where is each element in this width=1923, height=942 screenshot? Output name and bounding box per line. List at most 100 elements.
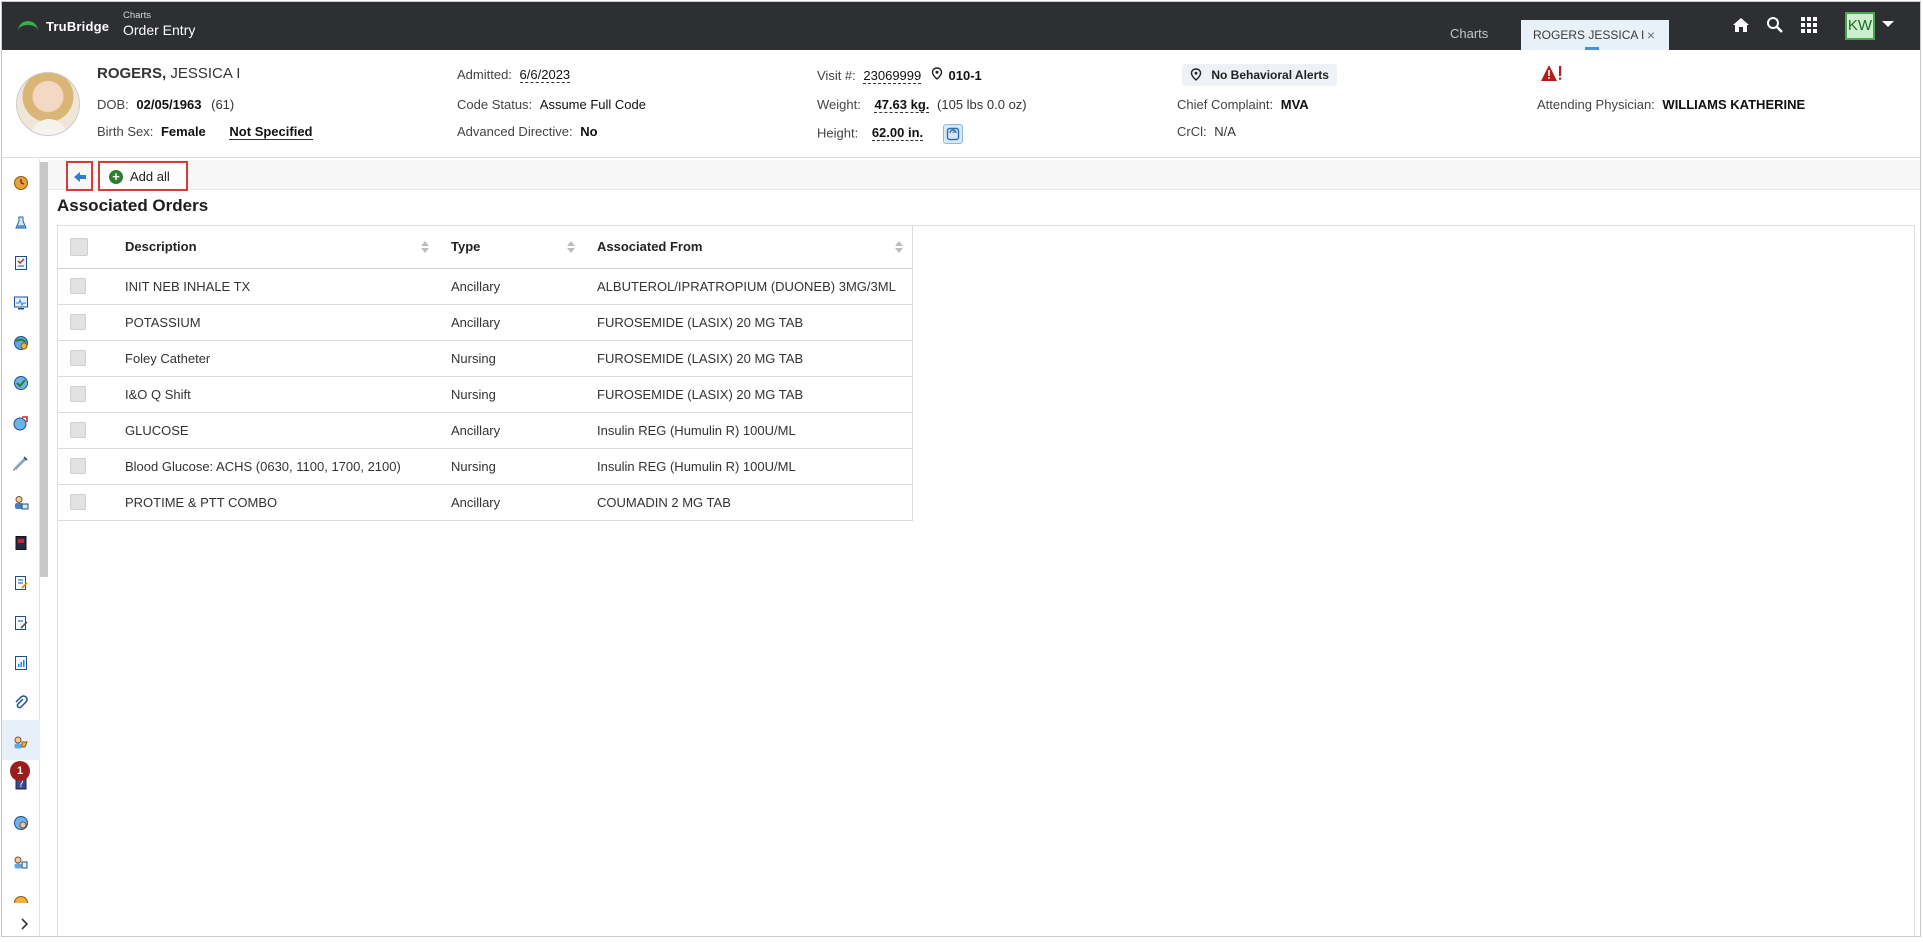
- allergy-warning-icon[interactable]: [1540, 64, 1562, 84]
- row-description: POTASSIUM: [113, 304, 439, 341]
- rail-document-pencil-icon[interactable]: [13, 575, 29, 591]
- row-description: GLUCOSE: [113, 412, 439, 449]
- sort-icon[interactable]: [895, 241, 903, 253]
- patient-first-name: JESSICA I: [170, 65, 241, 82]
- rail-globe-pill-icon[interactable]: [13, 335, 29, 351]
- row-description: PROTIME & PTT COMBO: [113, 484, 439, 521]
- tab-charts[interactable]: Charts: [1450, 26, 1488, 41]
- rail-checklist-icon[interactable]: [13, 255, 29, 271]
- sort-icon[interactable]: [567, 241, 575, 253]
- search-icon[interactable]: [1765, 15, 1785, 35]
- row-checkbox[interactable]: [70, 350, 86, 367]
- top-actions: [1731, 15, 1819, 35]
- add-circle-icon: +: [109, 170, 123, 184]
- row-description: INIT NEB INHALE TX: [113, 268, 439, 305]
- location-pin-icon: [931, 67, 947, 83]
- rail-globe-edit-icon[interactable]: [13, 415, 29, 431]
- row-type: Ancillary: [439, 484, 585, 521]
- tab-patient[interactable]: ROGERS JESSICA I ×: [1521, 20, 1669, 50]
- select-all-checkbox[interactable]: [70, 237, 88, 256]
- user-avatar[interactable]: KW: [1845, 12, 1875, 40]
- row-type: Nursing: [439, 448, 585, 485]
- code-status: Code Status: Assume Full Code: [457, 97, 646, 112]
- measure-icon[interactable]: [942, 124, 963, 144]
- row-associated-from: FUROSEMIDE (LASIX) 20 MG TAB: [585, 340, 913, 377]
- brand-logo[interactable]: TruBridge: [18, 19, 109, 34]
- rail-lab-flask-icon[interactable]: [13, 215, 29, 231]
- associated-orders-panel: Description Type Associated From INIT NE…: [57, 225, 1915, 936]
- patient-birth-sex: Birth Sex: Female Not Specified: [97, 124, 313, 140]
- rail-document-pen-icon[interactable]: [13, 615, 29, 631]
- trubridge-logo-icon: [18, 20, 38, 33]
- head-alert-icon: [1190, 68, 1202, 84]
- column-header-associated-from[interactable]: Associated From: [585, 226, 913, 269]
- app-title: Charts Order Entry: [123, 10, 195, 39]
- top-bar: TruBridge Charts Order Entry Charts ROGE…: [2, 2, 1920, 50]
- row-description: I&O Q Shift: [113, 376, 439, 413]
- row-checkbox[interactable]: [70, 386, 86, 403]
- rail-paperclip-icon[interactable]: [13, 695, 29, 711]
- row-checkbox[interactable]: [70, 278, 86, 295]
- user-menu-chevron-down-icon[interactable]: [1882, 21, 1894, 27]
- patient-dob: DOB: 02/05/1963 (61): [97, 97, 235, 112]
- row-type: Nursing: [439, 340, 585, 377]
- row-associated-from: COUMADIN 2 MG TAB: [585, 484, 913, 521]
- rail-vitals-monitor-icon[interactable]: [13, 295, 29, 311]
- rail-expand-chevron-icon[interactable]: [20, 917, 30, 933]
- row-associated-from: ALBUTEROL/IPRATROPIUM (DUONEB) 3MG/3ML: [585, 268, 913, 305]
- row-checkbox[interactable]: [70, 422, 86, 439]
- row-associated-from: FUROSEMIDE (LASIX) 20 MG TAB: [585, 304, 913, 341]
- patient-photo: [16, 72, 80, 136]
- column-header-type[interactable]: Type: [439, 226, 585, 269]
- row-type: Ancillary: [439, 412, 585, 449]
- rail-book-icon[interactable]: [13, 535, 29, 551]
- apps-grid-icon[interactable]: [1799, 15, 1819, 35]
- table-header-row: Description Type Associated From: [58, 226, 913, 269]
- visit-number: Visit #: 23069999 010-1: [817, 67, 982, 84]
- row-checkbox[interactable]: [70, 494, 86, 511]
- table-row[interactable]: GLUCOSE Ancillary Insulin REG (Humulin R…: [58, 412, 913, 449]
- table-row[interactable]: POTASSIUM Ancillary FUROSEMIDE (LASIX) 2…: [58, 304, 913, 341]
- add-all-button[interactable]: + Add all: [98, 161, 188, 191]
- patient-last-name: ROGERS,: [97, 65, 167, 82]
- rail-clock-icon[interactable]: [13, 175, 29, 191]
- patient-name[interactable]: ROGERS, JESSICA I: [97, 65, 240, 82]
- row-type: Ancillary: [439, 304, 585, 341]
- rail-patient-doctor-icon[interactable]: [13, 495, 29, 511]
- rail-scrollbar[interactable]: [40, 162, 48, 577]
- table-row[interactable]: INIT NEB INHALE TX Ancillary ALBUTEROL/I…: [58, 268, 913, 305]
- rail-document-chart-icon[interactable]: [13, 655, 29, 671]
- rail-staff-icon[interactable]: [13, 855, 29, 871]
- crcl: CrCl: N/A: [1177, 124, 1236, 139]
- behavioral-alerts-badge[interactable]: No Behavioral Alerts: [1182, 64, 1337, 86]
- gender-identity-link[interactable]: Not Specified: [229, 124, 313, 140]
- table-row[interactable]: Blood Glucose: ACHS (0630, 1100, 1700, 2…: [58, 448, 913, 485]
- home-icon[interactable]: [1731, 15, 1751, 35]
- rail-globe-check-icon[interactable]: [13, 375, 29, 391]
- row-checkbox[interactable]: [70, 458, 86, 475]
- row-type: Ancillary: [439, 268, 585, 305]
- patient-weight: Weight: 47.63 kg. (105 lbs 0.0 oz): [817, 97, 1027, 113]
- row-checkbox[interactable]: [70, 314, 86, 331]
- section-title: Associated Orders: [57, 196, 209, 215]
- brand-name: TruBridge: [46, 19, 110, 34]
- room-number: 010-1: [948, 68, 982, 83]
- tab-patient-label: ROGERS JESSICA I: [1533, 28, 1645, 42]
- table-row[interactable]: I&O Q Shift Nursing FUROSEMIDE (LASIX) 2…: [58, 376, 913, 413]
- back-button[interactable]: [66, 161, 93, 191]
- table-row[interactable]: PROTIME & PTT COMBO Ancillary COUMADIN 2…: [58, 484, 913, 521]
- rail-more-icon[interactable]: [13, 895, 29, 903]
- close-icon[interactable]: ×: [1647, 27, 1655, 43]
- rail-globe-person-icon[interactable]: [13, 815, 29, 831]
- back-arrow-icon: [74, 172, 86, 182]
- rail-syringe-icon[interactable]: [13, 455, 29, 471]
- app-subtitle: Charts: [123, 10, 151, 21]
- sort-icon[interactable]: [421, 241, 429, 253]
- column-header-description[interactable]: Description: [113, 226, 439, 269]
- add-all-label: Add all: [130, 169, 170, 184]
- table-row[interactable]: Foley Catheter Nursing FUROSEMIDE (LASIX…: [58, 340, 913, 377]
- attending-physician: Attending Physician: WILLIAMS KATHERINE: [1537, 97, 1806, 112]
- rail-order-entry-icon[interactable]: [13, 735, 29, 751]
- row-type: Nursing: [439, 376, 585, 413]
- row-associated-from: Insulin REG (Humulin R) 100U/ML: [585, 412, 913, 449]
